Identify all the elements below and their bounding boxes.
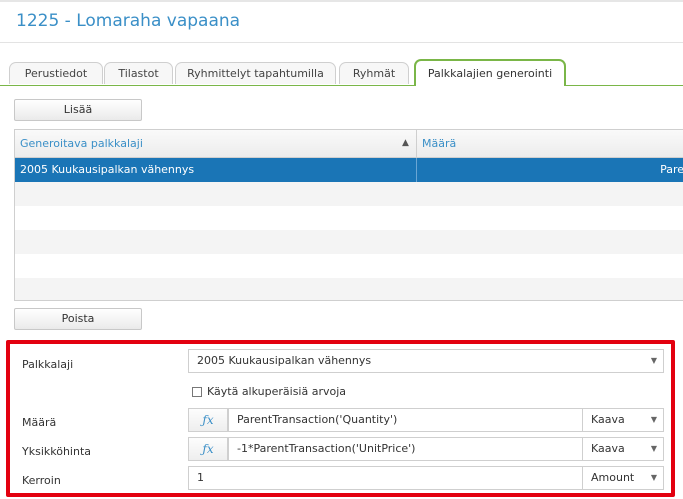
palkkalaji-label: Palkkalaji [22, 358, 74, 371]
chevron-down-icon[interactable]: ▼ [651, 409, 657, 431]
cell-maara: Pare [660, 163, 683, 176]
remove-button[interactable]: Poista [14, 308, 142, 330]
kerroin-label: Kerroin [22, 474, 61, 487]
column-header-maara[interactable]: Määrä [417, 130, 683, 157]
original-values-checkbox[interactable] [192, 387, 202, 397]
yksikkohinta-label: Yksikköhinta [22, 445, 92, 458]
maara-mode-select[interactable]: Kaava ▼ [582, 408, 664, 432]
maara-label: Määrä [22, 416, 57, 429]
tab-tilastot[interactable]: Tilastot [104, 62, 173, 84]
generated-paytypes-grid: Generoitava palkkalaji ▲ Määrä 2005 Kuuk… [14, 129, 683, 301]
yksikkohinta-mode-select[interactable]: Kaava ▼ [582, 437, 664, 461]
empty-row [15, 182, 683, 206]
title-divider [0, 42, 683, 43]
empty-row [15, 278, 683, 300]
tab-baseline [0, 85, 683, 86]
chevron-down-icon[interactable]: ▼ [651, 438, 657, 460]
kerroin-input[interactable]: 1 [188, 466, 583, 490]
top-divider [0, 0, 683, 2]
yksikkohinta-input[interactable]: -1*ParentTransaction('UnitPrice') [228, 437, 583, 461]
maara-input[interactable]: ParentTransaction('Quantity') [228, 408, 583, 432]
column-header-palkkalaji[interactable]: Generoitava palkkalaji [15, 130, 416, 157]
empty-row [15, 206, 683, 230]
cell-divider [416, 158, 417, 182]
table-row[interactable]: 2005 Kuukausipalkan vähennys Pare [15, 158, 683, 182]
tab-bar: Perustiedot Tilastot Ryhmittelyt tapahtu… [0, 59, 683, 86]
palkkalaji-select[interactable]: 2005 Kuukausipalkan vähennys ▼ [188, 349, 664, 373]
tab-perustiedot[interactable]: Perustiedot [9, 62, 103, 84]
tab-ryhmat[interactable]: Ryhmät [339, 62, 409, 84]
empty-row [15, 254, 683, 278]
maara-mode-value: Kaava [591, 413, 625, 426]
tab-ryhmittelyt-tapahtumilla[interactable]: Ryhmittelyt tapahtumilla [175, 62, 336, 84]
kerroin-mode-select[interactable]: Amount ▼ [582, 466, 664, 490]
function-icon[interactable]: ƒx [188, 437, 228, 461]
palkkalaji-value: 2005 Kuukausipalkan vähennys [197, 354, 372, 367]
page-title: 1225 - Lomaraha vapaana [16, 11, 241, 31]
kerroin-mode-value: Amount [591, 471, 635, 484]
add-button[interactable]: Lisää [14, 99, 142, 121]
original-values-label: Käytä alkuperäisiä arvoja [207, 385, 347, 398]
chevron-down-icon[interactable]: ▼ [651, 350, 657, 372]
function-icon[interactable]: ƒx [188, 408, 228, 432]
cell-palkkalaji: 2005 Kuukausipalkan vähennys [20, 163, 195, 176]
chevron-up-icon[interactable]: ▲ [402, 130, 409, 157]
chevron-down-icon[interactable]: ▼ [651, 467, 657, 489]
empty-row [15, 230, 683, 254]
yksikkohinta-mode-value: Kaava [591, 442, 625, 455]
tab-palkkalajien-generointi[interactable]: Palkkalajien generointi [414, 59, 566, 86]
paytype-details-panel: Palkkalaji 2005 Kuukausipalkan vähennys … [6, 340, 675, 497]
grid-header: Generoitava palkkalaji ▲ Määrä [15, 130, 683, 158]
